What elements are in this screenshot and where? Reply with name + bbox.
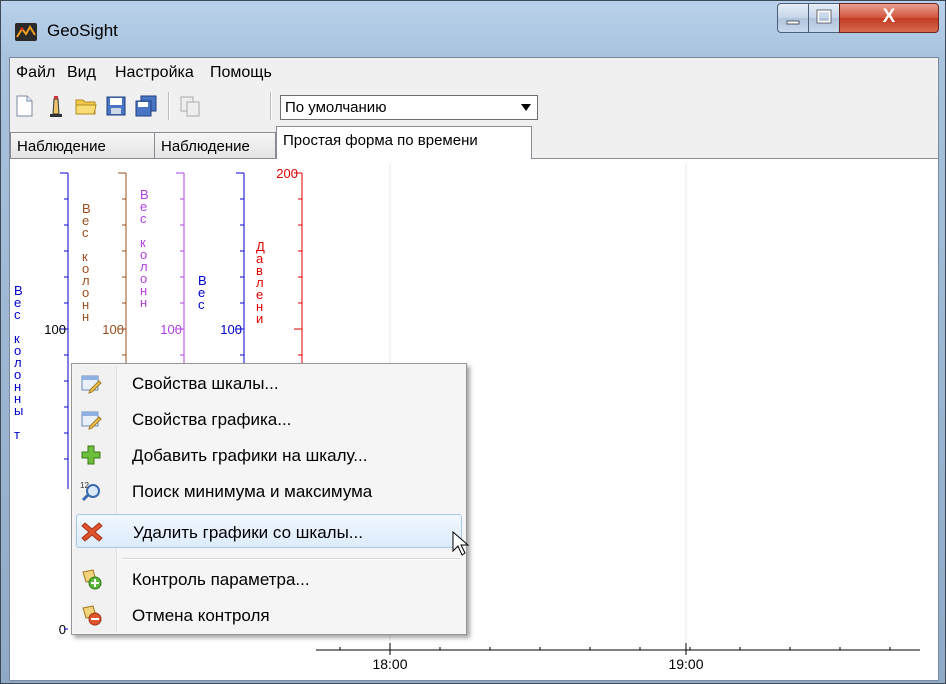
- scale-label-char: н: [140, 295, 147, 310]
- context-menu: Свойства шкалы... Свойства графика... До…: [71, 363, 467, 635]
- close-icon: X: [882, 6, 896, 27]
- svg-text:12: 12: [80, 481, 89, 490]
- toolbar-separator: [168, 92, 170, 120]
- menu-item-label: Свойства шкалы...: [132, 374, 279, 393]
- menu-item-label: Поиск минимума и максимума: [132, 482, 373, 501]
- scale-tick-label: 200: [276, 166, 298, 181]
- maximize-button[interactable]: [808, 3, 840, 33]
- scale-label-char: с: [140, 211, 147, 226]
- scale-label-char: н: [82, 309, 89, 324]
- profile-select[interactable]: По умолчанию: [280, 95, 538, 120]
- tab-observation-2[interactable]: Наблюдение: [154, 132, 276, 158]
- control-add-icon: [80, 568, 102, 590]
- scale-tick-label: 100: [44, 322, 66, 337]
- add-green-plus-icon: [80, 444, 102, 466]
- geosight-logo-icon: [15, 23, 37, 41]
- chart-properties-icon: [80, 408, 102, 430]
- mouse-cursor-icon: [451, 530, 471, 557]
- app-window: GeoSight X Файл Вид Настройка Помощь По …: [0, 0, 946, 684]
- menu-bar: Файл Вид Настройка Помощь: [10, 58, 938, 86]
- menu-item-label: Свойства графика...: [132, 410, 292, 429]
- menu-item-label: Отмена контроля: [132, 606, 270, 625]
- time-tick-label: 19:00: [668, 656, 703, 672]
- menu-help[interactable]: Помощь: [210, 64, 272, 82]
- scale-tick-label: 100: [220, 322, 242, 337]
- delete-red-x-icon: [81, 521, 103, 543]
- menu-item-search-minmax[interactable]: 12 Поиск минимума и максимума: [74, 474, 464, 508]
- scale-properties-icon: [80, 372, 102, 394]
- title-bar[interactable]: GeoSight X: [1, 1, 945, 57]
- menu-item-cancel-control[interactable]: Отмена контроля: [74, 598, 464, 632]
- window-title: GeoSight: [47, 21, 118, 40]
- scale-tick-label: 100: [102, 322, 124, 337]
- scale-label-char: с: [82, 225, 89, 240]
- menu-item-label: Удалить графики со шкалы...: [133, 523, 363, 542]
- save-icon[interactable]: [104, 94, 128, 118]
- scale-label-char: т: [14, 427, 20, 442]
- close-button[interactable]: X: [839, 3, 939, 33]
- tab-strip: Наблюдение Наблюдение Простая форма по в…: [10, 126, 938, 159]
- scale-label-char: ы: [14, 403, 23, 418]
- open-folder-icon[interactable]: [74, 94, 98, 118]
- menu-item-parameter-control[interactable]: Контроль параметра...: [74, 562, 464, 596]
- scale-tick-label: 100: [160, 322, 182, 337]
- search-minmax-icon: 12: [80, 480, 102, 502]
- menu-item-chart-properties[interactable]: Свойства графика...: [74, 402, 464, 436]
- scale-label-char: и: [256, 311, 263, 326]
- menu-separator: [122, 558, 460, 560]
- toolbar: По умолчанию: [10, 86, 938, 126]
- menu-settings[interactable]: Настройка: [115, 64, 194, 82]
- chevron-down-icon: [521, 104, 531, 111]
- tower-icon[interactable]: [44, 94, 68, 118]
- control-cancel-icon: [80, 604, 102, 626]
- copy-icon[interactable]: [178, 94, 202, 118]
- menu-item-label: Контроль параметра...: [132, 570, 310, 589]
- menu-file[interactable]: Файл: [16, 64, 55, 82]
- tab-observation-1[interactable]: Наблюдение: [10, 132, 155, 158]
- tab-simple-time-form[interactable]: Простая форма по времени: [276, 126, 532, 159]
- menu-item-add-charts[interactable]: Добавить графики на шкалу...: [74, 438, 464, 472]
- menu-item-label: Добавить графики на шкалу...: [132, 446, 368, 465]
- minimize-button[interactable]: [777, 3, 809, 33]
- menu-item-delete-charts[interactable]: Удалить графики со шкалы...: [76, 514, 462, 548]
- time-tick-label: 18:00: [372, 656, 407, 672]
- menu-item-scale-properties[interactable]: Свойства шкалы...: [74, 366, 464, 400]
- scale-label-char: с: [198, 297, 205, 312]
- toolbar-separator: [270, 92, 272, 120]
- save-all-icon[interactable]: [134, 94, 158, 118]
- profile-select-value: По умолчанию: [285, 99, 387, 116]
- new-file-icon[interactable]: [12, 94, 36, 118]
- scale-label-char: с: [14, 307, 21, 322]
- menu-view[interactable]: Вид: [67, 64, 96, 82]
